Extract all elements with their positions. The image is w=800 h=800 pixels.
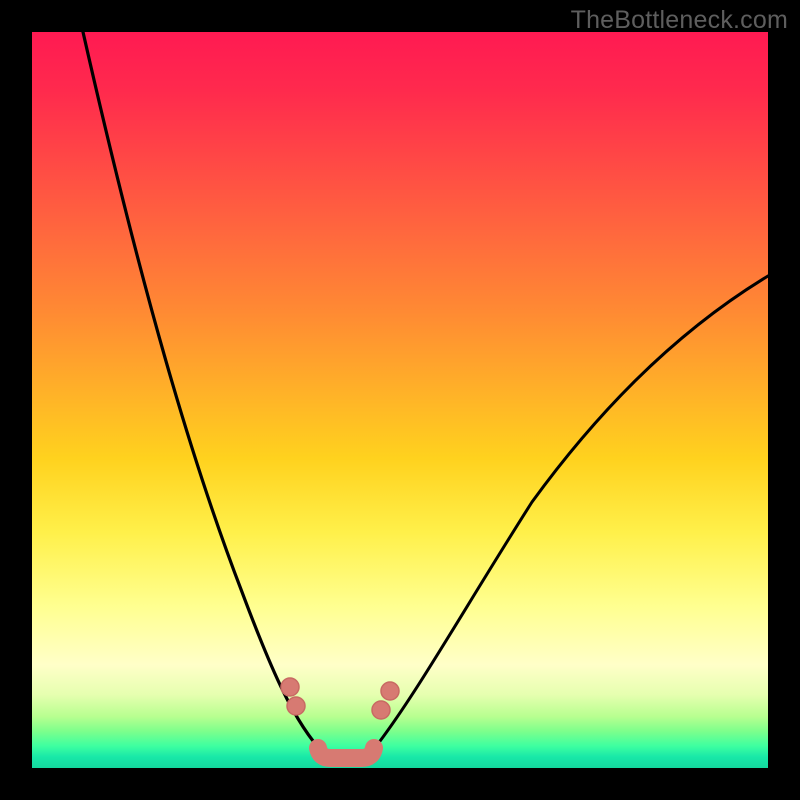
marker-dot-left-1 [281,678,299,696]
bottom-band [318,748,374,758]
right-curve [370,276,768,754]
watermark-text: TheBottleneck.com [571,6,788,35]
chart-frame: TheBottleneck.com [0,0,800,800]
plot-area [32,32,768,768]
marker-dot-left-2 [287,697,305,715]
left-curve [83,32,324,754]
marker-dot-right-1 [372,701,390,719]
curves-svg [32,32,768,768]
marker-dot-right-2 [381,682,399,700]
